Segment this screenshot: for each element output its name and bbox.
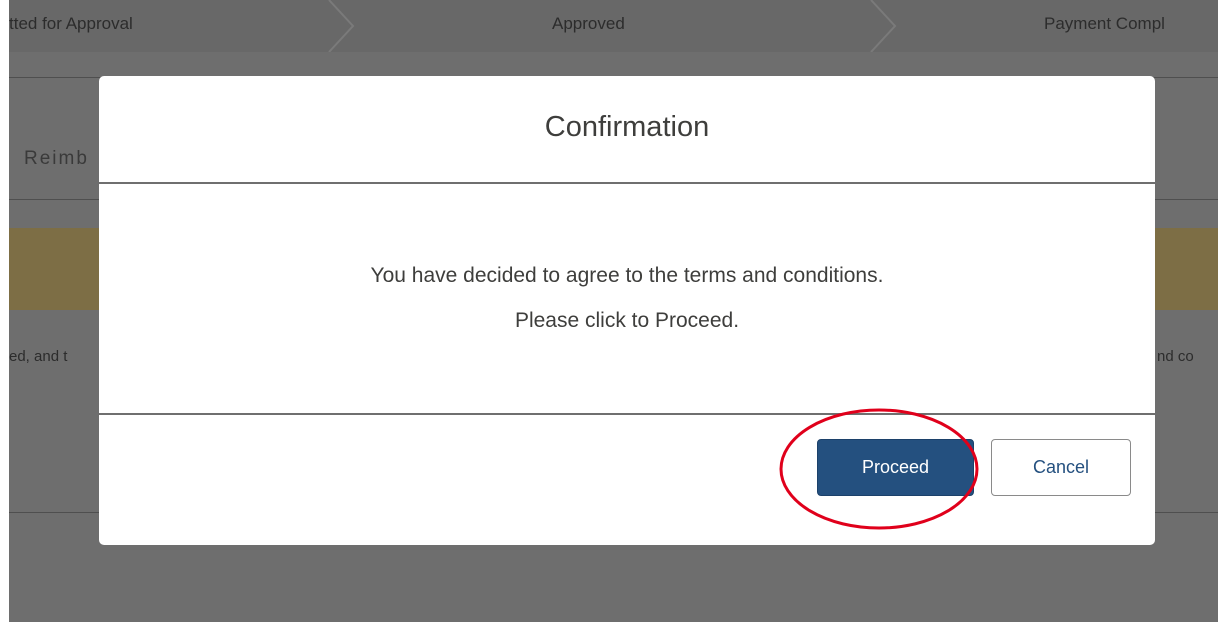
progress-step-submitted: tted for Approval: [9, 14, 133, 33]
chevron-right-icon: [869, 0, 899, 52]
progress-step-payment: Payment Compl: [1044, 14, 1165, 33]
proceed-button[interactable]: Proceed: [817, 439, 974, 496]
tab-reimbursement: Reimb: [24, 148, 89, 169]
modal-title: Confirmation: [544, 111, 710, 143]
modal-message-line-1: You have decided to agree to the terms a…: [370, 264, 884, 287]
background-text-left: ed, and t: [9, 348, 68, 365]
background-text-right: nd co: [1157, 348, 1194, 365]
modal-message-line-2: Please click to Proceed.: [514, 309, 740, 332]
modal-body: You have decided to agree to the terms a…: [99, 184, 1155, 412]
page-overlay: tted for Approval Approved Payment Compl…: [9, 0, 1218, 622]
progress-path: tted for Approval Approved Payment Compl: [9, 0, 1218, 52]
cancel-button[interactable]: Cancel: [991, 439, 1131, 496]
chevron-right-icon: [327, 0, 357, 52]
progress-step-approved: Approved: [552, 14, 625, 33]
modal-footer: Proceed Cancel: [99, 415, 1155, 545]
confirmation-modal: Confirmation You have decided to agree t…: [99, 76, 1155, 545]
modal-header: Confirmation: [99, 76, 1155, 182]
